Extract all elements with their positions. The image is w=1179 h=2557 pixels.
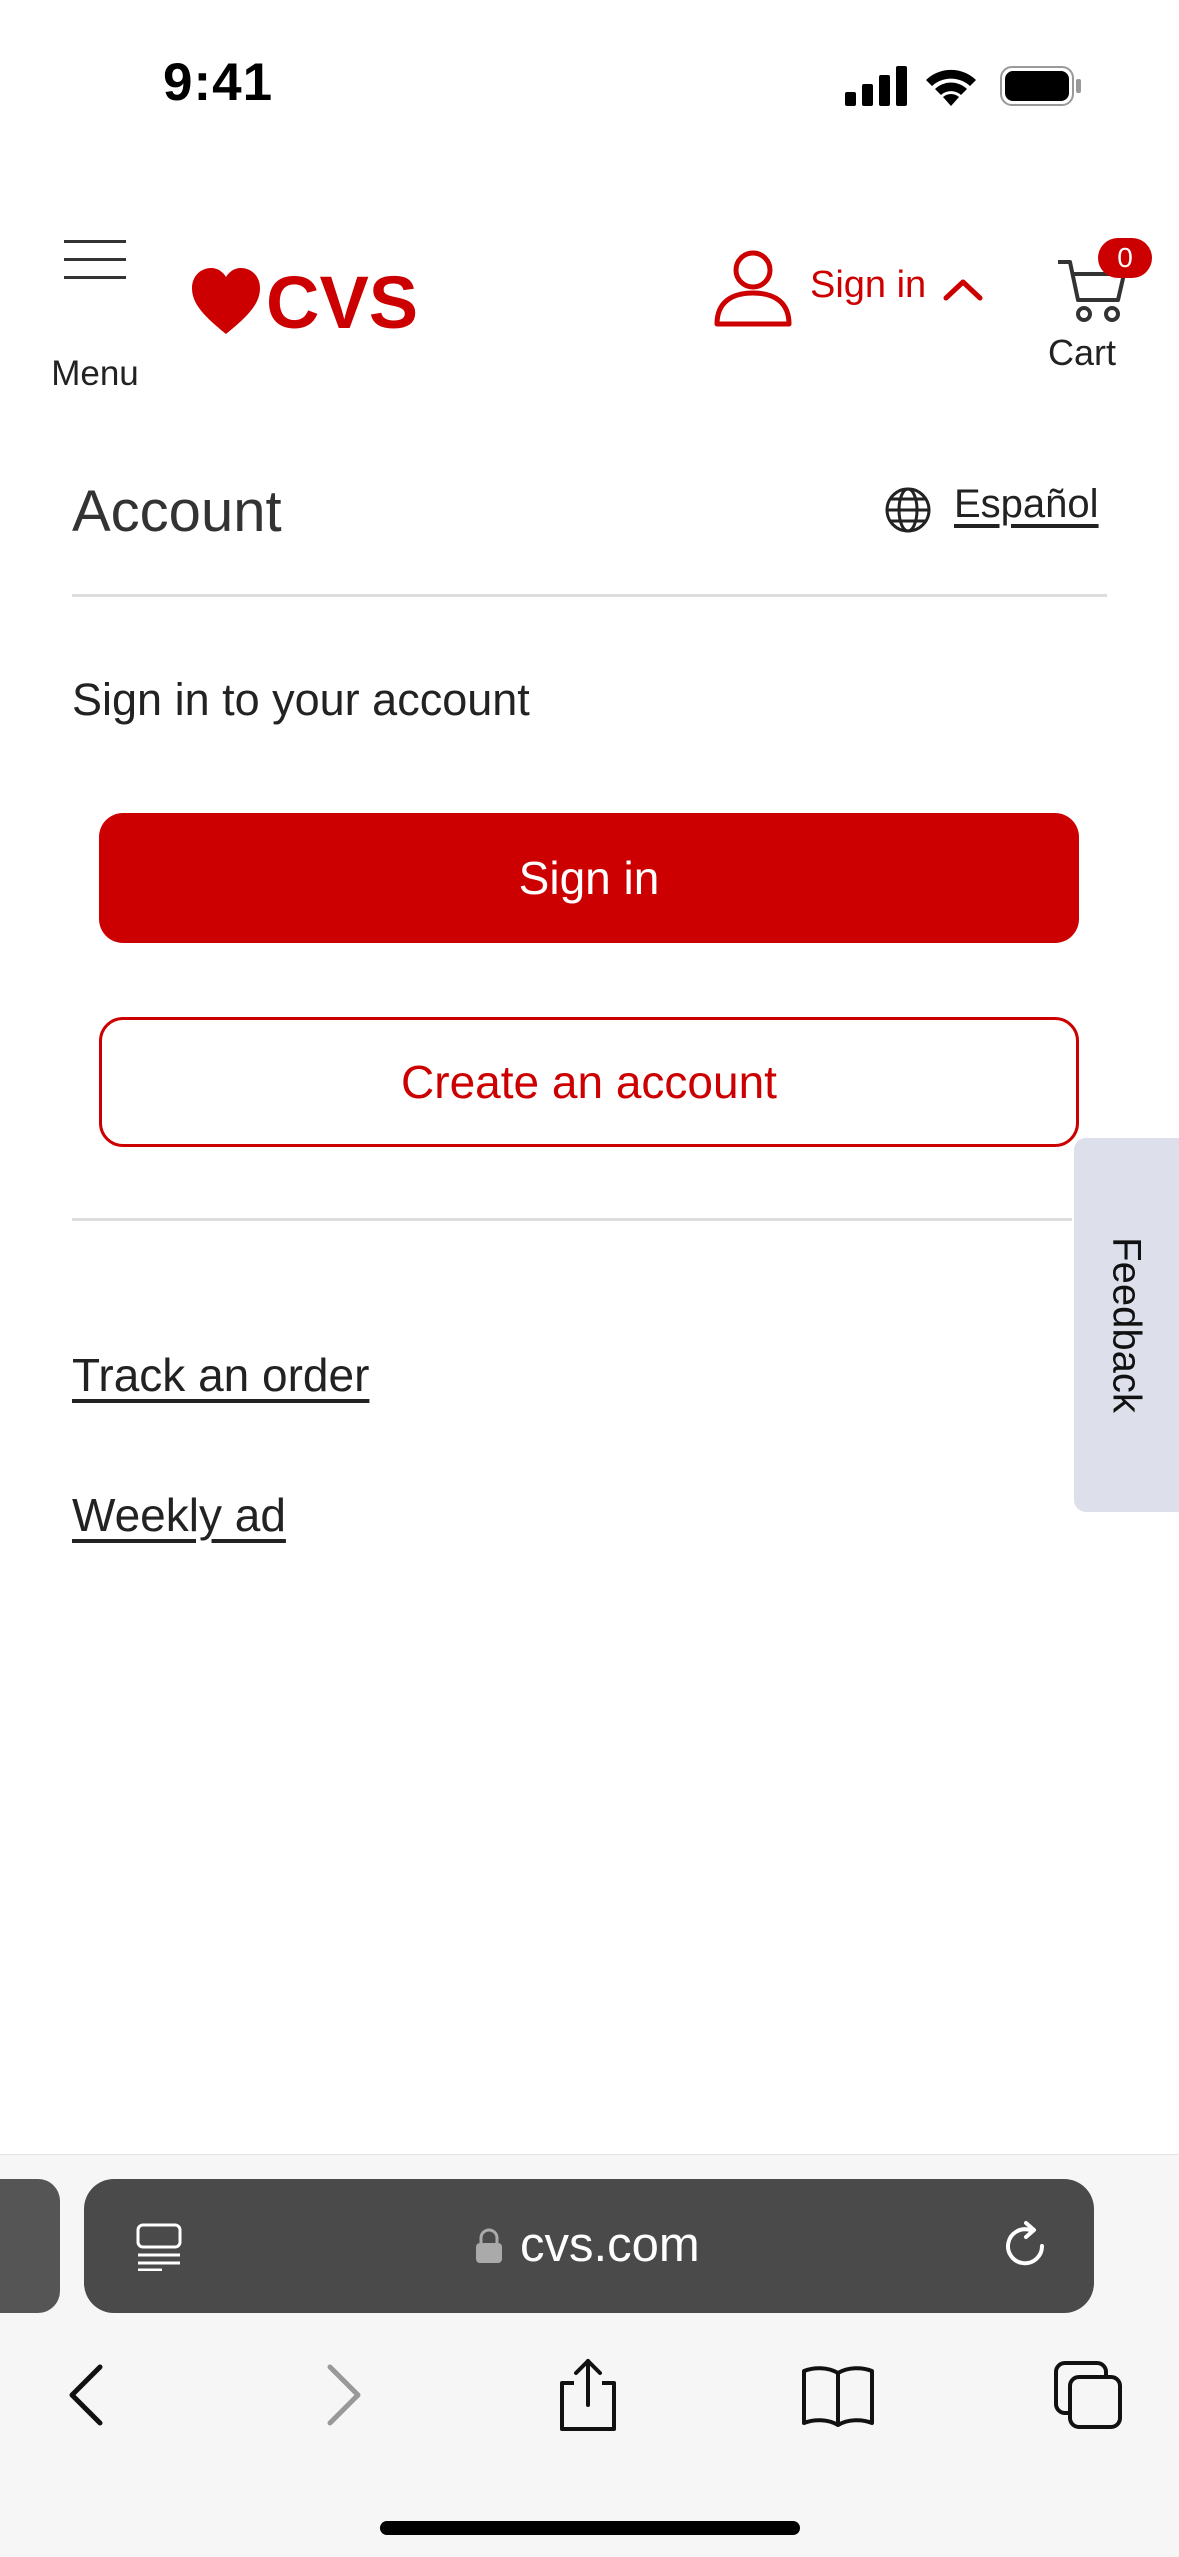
- menu-button[interactable]: Menu: [44, 226, 146, 393]
- logo-text: CVS: [266, 262, 418, 342]
- track-order-link[interactable]: Track an order: [72, 1348, 369, 1402]
- tabs-icon[interactable]: [1048, 2355, 1128, 2435]
- chevron-up-icon: [943, 279, 983, 301]
- status-time: 9:41: [163, 53, 274, 112]
- feedback-label: Feedback: [1104, 1237, 1149, 1413]
- browser-toolbar: cvs.com: [0, 2154, 1179, 2557]
- wifi-icon: [926, 69, 976, 106]
- address-bar[interactable]: cvs.com: [84, 2179, 1094, 2313]
- forward-icon[interactable]: [302, 2355, 382, 2435]
- site-header: Menu CVS Sign in 0 Cart: [0, 190, 1179, 393]
- page-title: Account: [72, 479, 282, 544]
- language-toggle[interactable]: Español: [884, 480, 1108, 540]
- bookmarks-icon[interactable]: [798, 2355, 878, 2435]
- sign-in-prompt: Sign in to your account: [72, 674, 530, 725]
- cart-count-badge: 0: [1098, 238, 1152, 278]
- cvs-logo[interactable]: CVS: [190, 262, 436, 342]
- status-bar: 9:41: [0, 0, 1179, 150]
- cvs-heart-logo: [192, 268, 260, 334]
- create-account-button[interactable]: Create an account: [99, 1017, 1079, 1147]
- weekly-ad-link[interactable]: Weekly ad: [72, 1488, 286, 1542]
- language-link: Español: [954, 482, 1099, 526]
- previous-tab-preview[interactable]: [0, 2179, 60, 2313]
- feedback-tab[interactable]: Feedback: [1074, 1138, 1179, 1512]
- sign-in-button[interactable]: Sign in: [99, 813, 1079, 943]
- divider: [72, 594, 1107, 597]
- lock-icon: [476, 2228, 502, 2263]
- globe-icon: [885, 487, 931, 533]
- reader-icon[interactable]: [134, 2221, 184, 2271]
- share-icon[interactable]: [548, 2355, 628, 2435]
- home-indicator: [380, 2521, 800, 2535]
- url-text: cvs.com: [520, 2218, 700, 2272]
- divider: [72, 1218, 1072, 1221]
- sign-in-dropdown[interactable]: Sign in: [712, 246, 984, 346]
- battery-icon: [1000, 66, 1081, 106]
- signal-icon: [845, 66, 907, 106]
- reload-icon[interactable]: [998, 2219, 1052, 2273]
- back-icon[interactable]: [48, 2355, 128, 2435]
- menu-label: Menu: [51, 354, 139, 393]
- hamburger-icon: [64, 240, 126, 279]
- user-icon: [714, 250, 792, 327]
- sign-in-label: Sign in: [810, 264, 927, 306]
- cart-label: Cart: [1048, 332, 1117, 373]
- cart-button[interactable]: 0 Cart: [1048, 216, 1152, 373]
